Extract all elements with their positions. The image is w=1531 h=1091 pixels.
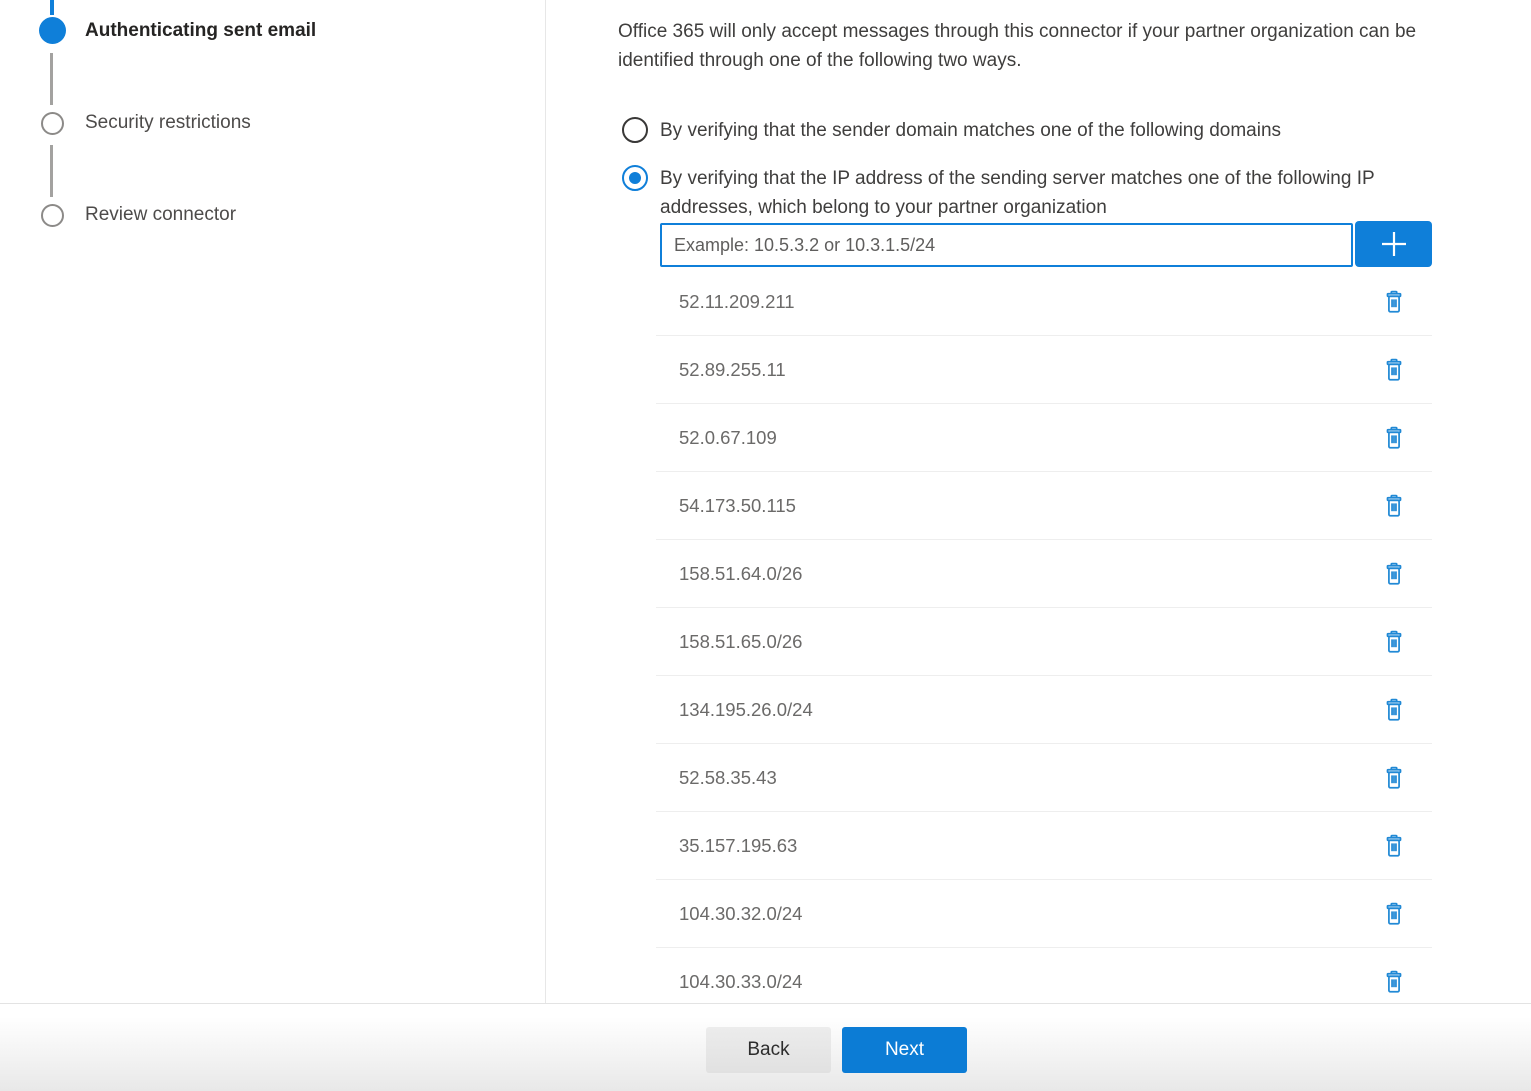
ip-row: 35.157.195.63 bbox=[656, 812, 1432, 880]
delete-ip-button[interactable] bbox=[1378, 898, 1410, 930]
ip-row: 52.58.35.43 bbox=[656, 744, 1432, 812]
delete-ip-button[interactable] bbox=[1378, 830, 1410, 862]
next-button[interactable]: Next bbox=[842, 1027, 967, 1073]
delete-ip-button[interactable] bbox=[1378, 626, 1410, 658]
trash-icon bbox=[1381, 697, 1407, 723]
delete-ip-button[interactable] bbox=[1378, 694, 1410, 726]
ip-row: 104.30.32.0/24 bbox=[656, 880, 1432, 948]
delete-ip-button[interactable] bbox=[1378, 354, 1410, 386]
intro-text-line2: identified through one of the following … bbox=[618, 46, 1531, 75]
trash-icon bbox=[1381, 765, 1407, 791]
ip-row: 104.30.33.0/24 bbox=[656, 948, 1432, 1003]
stepper-connector bbox=[50, 145, 53, 197]
trash-icon bbox=[1381, 901, 1407, 927]
step-label-authenticating-sent-email: Authenticating sent email bbox=[85, 19, 316, 43]
trash-icon bbox=[1381, 561, 1407, 587]
back-button[interactable]: Back bbox=[706, 1027, 831, 1073]
ip-address-value: 134.195.26.0/24 bbox=[679, 699, 1378, 721]
trash-icon bbox=[1381, 969, 1407, 995]
radio-label-line: By verifying that the sender domain matc… bbox=[660, 116, 1281, 145]
ip-address-value: 52.58.35.43 bbox=[679, 767, 1378, 789]
radio-label-verify-ip-address: By verifying that the IP address of the … bbox=[660, 164, 1375, 222]
ip-address-value: 104.30.32.0/24 bbox=[679, 903, 1378, 925]
ip-address-value: 35.157.195.63 bbox=[679, 835, 1378, 857]
radio-label-line: By verifying that the IP address of the … bbox=[660, 164, 1375, 193]
pane-divider bbox=[545, 0, 546, 1003]
radio-label-line: addresses, which belong to your partner … bbox=[660, 193, 1375, 222]
ip-address-value: 52.89.255.11 bbox=[679, 359, 1378, 381]
delete-ip-button[interactable] bbox=[1378, 762, 1410, 794]
delete-ip-button[interactable] bbox=[1378, 286, 1410, 318]
ip-row: 52.89.255.11 bbox=[656, 336, 1432, 404]
ip-row: 158.51.65.0/26 bbox=[656, 608, 1432, 676]
add-ip-button[interactable] bbox=[1355, 221, 1432, 267]
plus-icon bbox=[1377, 227, 1411, 261]
ip-address-value: 52.0.67.109 bbox=[679, 427, 1378, 449]
delete-ip-button[interactable] bbox=[1378, 558, 1410, 590]
delete-ip-button[interactable] bbox=[1378, 966, 1410, 998]
trash-icon bbox=[1381, 833, 1407, 859]
step-indicator-authenticating-sent-email bbox=[39, 17, 66, 44]
trash-icon bbox=[1381, 289, 1407, 315]
ip-address-value: 54.173.50.115 bbox=[679, 495, 1378, 517]
intro-text: Office 365 will only accept messages thr… bbox=[618, 17, 1531, 75]
step-label-review-connector: Review connector bbox=[85, 203, 236, 227]
ip-row: 134.195.26.0/24 bbox=[656, 676, 1432, 744]
delete-ip-button[interactable] bbox=[1378, 422, 1410, 454]
radio-verify-ip-address[interactable] bbox=[622, 165, 648, 191]
step-indicator-review-connector bbox=[41, 204, 64, 227]
trash-icon bbox=[1381, 493, 1407, 519]
stepper-connector bbox=[50, 53, 53, 105]
ip-address-list: 52.11.209.211 52.89.255.11 bbox=[656, 268, 1432, 1003]
ip-address-value: 52.11.209.211 bbox=[679, 291, 1378, 313]
ip-address-value: 104.30.33.0/24 bbox=[679, 971, 1378, 993]
delete-ip-button[interactable] bbox=[1378, 490, 1410, 522]
trash-icon bbox=[1381, 629, 1407, 655]
ip-address-value: 158.51.64.0/26 bbox=[679, 563, 1378, 585]
ip-row: 52.0.67.109 bbox=[656, 404, 1432, 472]
step-indicator-security-restrictions bbox=[41, 112, 64, 135]
ip-row: 54.173.50.115 bbox=[656, 472, 1432, 540]
wizard-footer: Back Next bbox=[0, 1003, 1531, 1091]
ip-address-input[interactable] bbox=[660, 223, 1353, 267]
ip-row: 158.51.64.0/26 bbox=[656, 540, 1432, 608]
trash-icon bbox=[1381, 357, 1407, 383]
stepper-connector-top bbox=[50, 0, 54, 15]
radio-label-verify-sender-domain: By verifying that the sender domain matc… bbox=[660, 116, 1281, 145]
ip-row: 52.11.209.211 bbox=[656, 268, 1432, 336]
ip-address-value: 158.51.65.0/26 bbox=[679, 631, 1378, 653]
radio-verify-sender-domain[interactable] bbox=[622, 117, 648, 143]
intro-text-line1: Office 365 will only accept messages thr… bbox=[618, 17, 1531, 46]
trash-icon bbox=[1381, 425, 1407, 451]
step-label-security-restrictions: Security restrictions bbox=[85, 111, 251, 135]
